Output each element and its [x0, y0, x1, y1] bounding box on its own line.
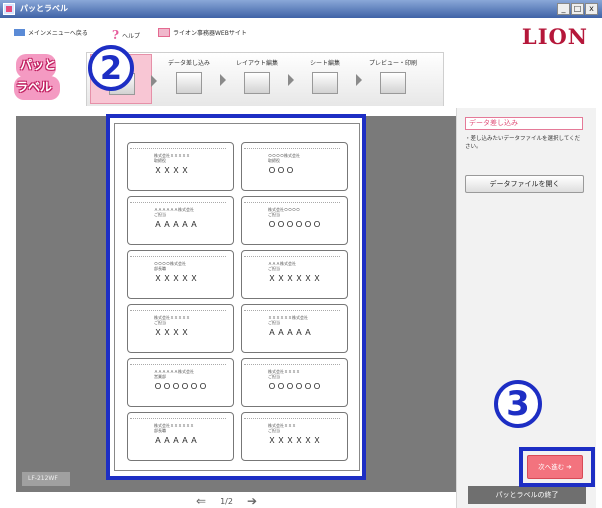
- title-bar: パッとラベル _ □ x: [0, 0, 602, 18]
- label-card[interactable]: 株式会社ＸＸＸＸＸＸ 部長職 ＡＡＡＡＡ: [127, 412, 234, 461]
- label-line: 取締役: [154, 158, 166, 163]
- step-label: プレビュー・印刷: [368, 60, 417, 67]
- label-name: ＸＸＸＸ: [154, 166, 190, 175]
- label-header-line: [244, 145, 340, 149]
- label-name: ＡＡＡＡＡ: [268, 328, 313, 337]
- step-thumbnail: [244, 72, 270, 94]
- app-icon: [3, 3, 15, 15]
- label-header-line: [130, 415, 226, 419]
- help-label: ヘルプ: [122, 32, 141, 40]
- label-header-line: [244, 415, 340, 419]
- minimize-button[interactable]: _: [557, 3, 570, 15]
- window-controls: _ □ x: [557, 3, 598, 15]
- label-name: ＡＡＡＡＡ: [154, 220, 199, 229]
- label-name: ＸＸＸＸ: [154, 328, 190, 337]
- step-label: データ差し込み: [167, 60, 210, 67]
- website-icon: [158, 28, 170, 37]
- label-name: ＯＯＯ: [268, 166, 295, 175]
- menu-bar: メインメニューへ戻る ? ヘルプ ライオン事務器WEBサイト LION: [0, 18, 602, 49]
- step-preview-print[interactable]: プレビュー・印刷: [362, 54, 424, 104]
- step-layout-edit[interactable]: レイアウト編集: [226, 54, 294, 104]
- maximize-button[interactable]: □: [571, 3, 584, 15]
- label-name: ＸＸＸＸＸＸ: [268, 274, 322, 283]
- label-header-line: [130, 199, 226, 203]
- label-name: ＯＯＯＯＯＯ: [154, 382, 208, 391]
- label-line: 取締役: [268, 158, 280, 163]
- label-line: ご担当: [154, 212, 166, 217]
- label-name: ＡＡＡＡＡ: [154, 436, 199, 445]
- panel-heading: データ差し込み: [465, 117, 583, 130]
- label-card[interactable]: ＡＡＡＡＡＡ株式会社 営業部 ＯＯＯＯＯＯ: [127, 358, 234, 407]
- label-header-line: [244, 253, 340, 257]
- label-line: 部長職: [154, 428, 166, 433]
- close-button[interactable]: x: [585, 3, 598, 15]
- label-line: ご担当: [268, 266, 280, 271]
- step-label: レイアウト編集: [235, 60, 278, 67]
- exit-button[interactable]: パッとラベルの終了: [468, 486, 586, 504]
- step-data-import[interactable]: データ差し込み: [158, 54, 226, 104]
- brand-logo: LION: [521, 24, 588, 49]
- label-header-line: [244, 361, 340, 365]
- window-title: パッとラベル: [20, 4, 68, 13]
- label-card[interactable]: 株式会社ＯＯＯＯ ご担当 ＯＯＯＯＯＯ: [241, 196, 348, 245]
- callout-number-2: 2: [88, 45, 134, 91]
- label-header-line: [130, 145, 226, 149]
- label-card[interactable]: ＯＯＯＯ株式会社 取締役 ＯＯＯ: [241, 142, 348, 191]
- step-arrow-icon: [151, 75, 157, 87]
- website-link[interactable]: ライオン事務器WEBサイト: [158, 28, 247, 37]
- label-header-line: [130, 253, 226, 257]
- panel-description: ・差し込みたいデータファイルを選択してください。: [465, 136, 581, 150]
- previous-page-icon[interactable]: ⇐: [196, 494, 206, 508]
- label-card[interactable]: 株式会社ＸＸＸＸ ご担当 ＯＯＯＯＯＯ: [241, 358, 348, 407]
- label-card[interactable]: ＯＯＯＯ株式会社 部長職 ＸＸＸＸＸ: [127, 250, 234, 299]
- label-card[interactable]: 株式会社ＸＸＸ ご担当 ＸＸＸＸＸＸ: [241, 412, 348, 461]
- callout-number-3: 3: [494, 380, 542, 428]
- step-thumbnail: [176, 72, 202, 94]
- label-line: 営業部: [154, 374, 166, 379]
- help-link[interactable]: ? ヘルプ: [112, 28, 140, 42]
- label-name: ＸＸＸＸＸ: [154, 274, 199, 283]
- label-header-line: [130, 307, 226, 311]
- step-sheet-edit[interactable]: シート編集: [294, 54, 362, 104]
- label-name: ＯＯＯＯＯＯ: [268, 382, 322, 391]
- main-menu-label: メインメニューへ戻る: [28, 30, 88, 37]
- label-line: ご担当: [268, 374, 280, 379]
- logo-line1: パッと: [20, 58, 57, 72]
- label-header-line: [130, 361, 226, 365]
- step-thumbnail: [380, 72, 406, 94]
- label-card[interactable]: ＡＡＡ株式会社 ご担当 ＸＸＸＸＸＸ: [241, 250, 348, 299]
- label-line: ご担当: [268, 320, 280, 325]
- label-card[interactable]: 株式会社ＸＸＸＸＸ 取締役 ＸＸＸＸ: [127, 142, 234, 191]
- app-logo: パッと ラベル: [14, 52, 66, 102]
- open-data-file-button[interactable]: データファイルを開く: [465, 175, 584, 193]
- label-line: 部長職: [154, 266, 166, 271]
- website-label: ライオン事務器WEBサイト: [173, 30, 247, 37]
- step-thumbnail: [312, 72, 338, 94]
- help-icon: ?: [112, 28, 120, 42]
- logo-line2: ラベル: [16, 80, 53, 94]
- label-line: ご担当: [268, 212, 280, 217]
- pager: ⇐ 1/2 ➔: [196, 494, 257, 508]
- next-button-highlight: [519, 447, 595, 487]
- label-card[interactable]: 株式会社ＸＸＸＸＸ ご担当 ＸＸＸＸ: [127, 304, 234, 353]
- label-sheet[interactable]: 株式会社ＸＸＸＸＸ 取締役 ＸＸＸＸ ＯＯＯＯ株式会社 取締役 ＯＯＯ ＡＡＡＡＡＡ株式会社…: [114, 123, 360, 471]
- label-header-line: [244, 307, 340, 311]
- label-card[interactable]: ＡＡＡＡＡＡ株式会社 ご担当 ＡＡＡＡＡ: [127, 196, 234, 245]
- model-tag: LF-212WF: [22, 472, 70, 486]
- label-name: ＯＯＯＯＯＯ: [268, 220, 322, 229]
- label-card[interactable]: ＸＸＸＸＸＸ株式会社 ご担当 ＡＡＡＡＡ: [241, 304, 348, 353]
- label-name: ＸＸＸＸＸＸ: [268, 436, 322, 445]
- main-menu-link[interactable]: メインメニューへ戻る: [14, 28, 88, 37]
- step-label: シート編集: [309, 60, 340, 67]
- next-page-icon[interactable]: ➔: [247, 494, 257, 508]
- home-icon: [14, 29, 25, 36]
- label-line: ご担当: [268, 428, 280, 433]
- label-line: ご担当: [154, 320, 166, 325]
- page-indicator: 1/2: [220, 496, 233, 506]
- label-header-line: [244, 199, 340, 203]
